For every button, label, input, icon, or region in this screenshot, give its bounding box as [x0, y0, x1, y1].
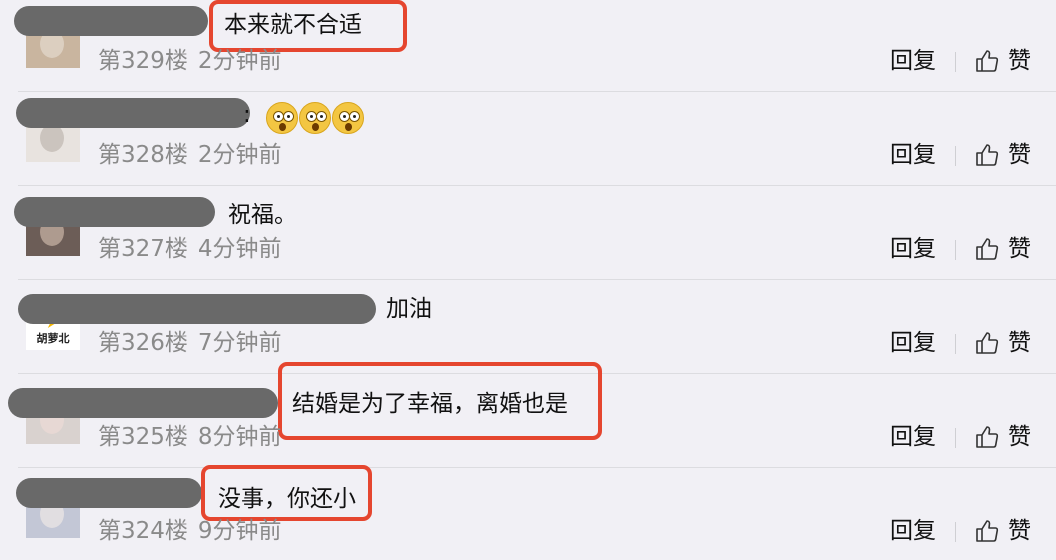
like-label: 赞 [1008, 48, 1031, 74]
reply-button[interactable]: 回复 [890, 422, 936, 452]
floor-label: 第324楼 [98, 518, 188, 544]
thumbs-up-icon [976, 520, 999, 542]
comment-item: 没事，你还小 第324楼 9分钟前 回复 赞 [0, 465, 1056, 560]
comment-meta: 第329楼 2分钟前 [98, 46, 282, 76]
floor-label: 第327楼 [98, 236, 188, 262]
thumbs-up-icon [976, 144, 999, 166]
like-button[interactable]: 赞 [974, 326, 1031, 360]
username-redacted[interactable] [18, 294, 376, 324]
reply-button[interactable]: 回复 [890, 328, 936, 358]
comment-text: 结婚是为了幸福，离婚也是 [292, 391, 568, 417]
floor-label: 第328楼 [98, 142, 188, 168]
action-divider [955, 146, 956, 166]
emoji-row [266, 102, 364, 134]
floor-label: 第325楼 [98, 424, 188, 450]
comment-meta: 第328楼 2分钟前 [98, 140, 282, 170]
username-redacted[interactable] [14, 6, 208, 36]
time-ago: 8分钟前 [197, 424, 282, 450]
like-label: 赞 [1008, 518, 1031, 544]
comment-list: 本来就不合适 第329楼 2分钟前 回复 赞 : 第328楼 2分钟前 回复 赞 [0, 0, 1056, 560]
like-button[interactable]: 赞 [974, 514, 1031, 548]
time-ago: 9分钟前 [197, 518, 282, 544]
comment-text: 加油 [386, 296, 432, 322]
action-divider [955, 428, 956, 448]
comment-item: 胡萝北 加油 第326楼 7分钟前 回复 赞 [0, 280, 1056, 374]
thumbs-up-icon [976, 238, 999, 260]
thumbs-up-icon [976, 332, 999, 354]
like-button[interactable]: 赞 [974, 420, 1031, 454]
like-label: 赞 [1008, 142, 1031, 168]
comment-item: : 第328楼 2分钟前 回复 赞 [0, 92, 1056, 186]
comment-meta: 第325楼 8分钟前 [98, 422, 282, 452]
like-label: 赞 [1008, 424, 1031, 450]
thumbs-up-icon [976, 426, 999, 448]
comment-text: 本来就不合适 [224, 12, 362, 38]
action-divider [955, 522, 956, 542]
comment-text: 没事，你还小 [218, 486, 356, 512]
floor-label: 第329楼 [98, 48, 188, 74]
reply-button[interactable]: 回复 [890, 46, 936, 76]
username-redacted[interactable] [14, 197, 215, 227]
comment-item: 本来就不合适 第329楼 2分钟前 回复 赞 [0, 0, 1056, 92]
like-label: 赞 [1008, 236, 1031, 262]
comment-meta: 第326楼 7分钟前 [98, 328, 282, 358]
astonished-face-icon [332, 102, 364, 134]
username-redacted[interactable] [16, 478, 202, 508]
time-ago: 7分钟前 [197, 330, 282, 356]
colon: : [243, 102, 251, 128]
avatar-logo-text: 胡萝北 [36, 332, 70, 345]
time-ago: 2分钟前 [197, 48, 282, 74]
username-redacted[interactable] [8, 388, 278, 418]
comment-text: 祝福。 [228, 202, 297, 228]
comment-meta: 第324楼 9分钟前 [98, 516, 282, 546]
reply-button[interactable]: 回复 [890, 234, 936, 264]
time-ago: 4分钟前 [197, 236, 282, 262]
like-button[interactable]: 赞 [974, 232, 1031, 266]
comment-meta: 第327楼 4分钟前 [98, 234, 282, 264]
comment-item: 结婚是为了幸福，离婚也是 第325楼 8分钟前 回复 赞 [0, 362, 1056, 468]
action-divider [955, 52, 956, 72]
floor-label: 第326楼 [98, 330, 188, 356]
like-button[interactable]: 赞 [974, 44, 1031, 78]
like-button[interactable]: 赞 [974, 138, 1031, 172]
action-divider [955, 334, 956, 354]
astonished-face-icon [266, 102, 298, 134]
like-label: 赞 [1008, 330, 1031, 356]
thumbs-up-icon [976, 50, 999, 72]
reply-button[interactable]: 回复 [890, 140, 936, 170]
time-ago: 2分钟前 [197, 142, 282, 168]
astonished-face-icon [299, 102, 331, 134]
username-redacted[interactable] [16, 98, 250, 128]
comment-item: 祝福。 第327楼 4分钟前 回复 赞 [0, 186, 1056, 280]
action-divider [955, 240, 956, 260]
reply-button[interactable]: 回复 [890, 516, 936, 546]
